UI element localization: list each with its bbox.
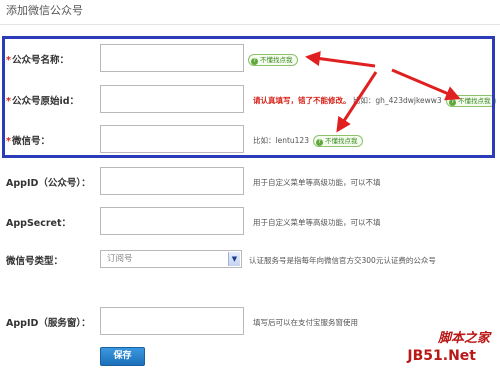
account-type-select[interactable]: 订阅号 ▼	[100, 250, 242, 268]
appsecret-help: 用于自定义菜单等高级功能，可以不填	[253, 218, 381, 227]
appid-label: AppID（公众号）：	[6, 178, 91, 189]
save-button[interactable]: 保存	[100, 347, 145, 366]
alipay-appid-help: 填写后可以在支付宝服务窗使用	[253, 318, 358, 327]
watermark-en: JB51.Net	[407, 348, 476, 364]
row-alipay-appid: AppID（服务窗）： 填写后可以在支付宝服务窗使用	[0, 307, 500, 337]
row-appid: AppID（公众号）： 用于自定义菜单等高级功能，可以不填	[0, 167, 500, 197]
appid-input[interactable]	[100, 167, 244, 195]
title-divider	[0, 24, 500, 25]
account-type-label: 微信号类型：	[6, 256, 64, 267]
appsecret-label: AppSecret：	[6, 218, 72, 229]
row-account-type: 微信号类型： 订阅号 ▼ 认证服务号是指每年向微信官方交300元认证费的公众号	[0, 249, 500, 279]
appsecret-input[interactable]	[100, 207, 244, 235]
appid-help: 用于自定义菜单等高级功能，可以不填	[253, 178, 381, 187]
alipay-appid-label: AppID（服务窗）：	[6, 318, 91, 329]
watermark-cn: 脚本之家	[437, 331, 490, 346]
alipay-appid-input[interactable]	[100, 307, 244, 335]
page-title: 添加微信公众号	[6, 4, 83, 17]
account-type-help: 认证服务号是指每年向微信官方交300元认证费的公众号	[249, 256, 436, 265]
chevron-down-icon: ▼	[228, 252, 240, 266]
highlight-box	[2, 36, 495, 158]
row-appsecret: AppSecret： 用于自定义菜单等高级功能，可以不填	[0, 207, 500, 237]
